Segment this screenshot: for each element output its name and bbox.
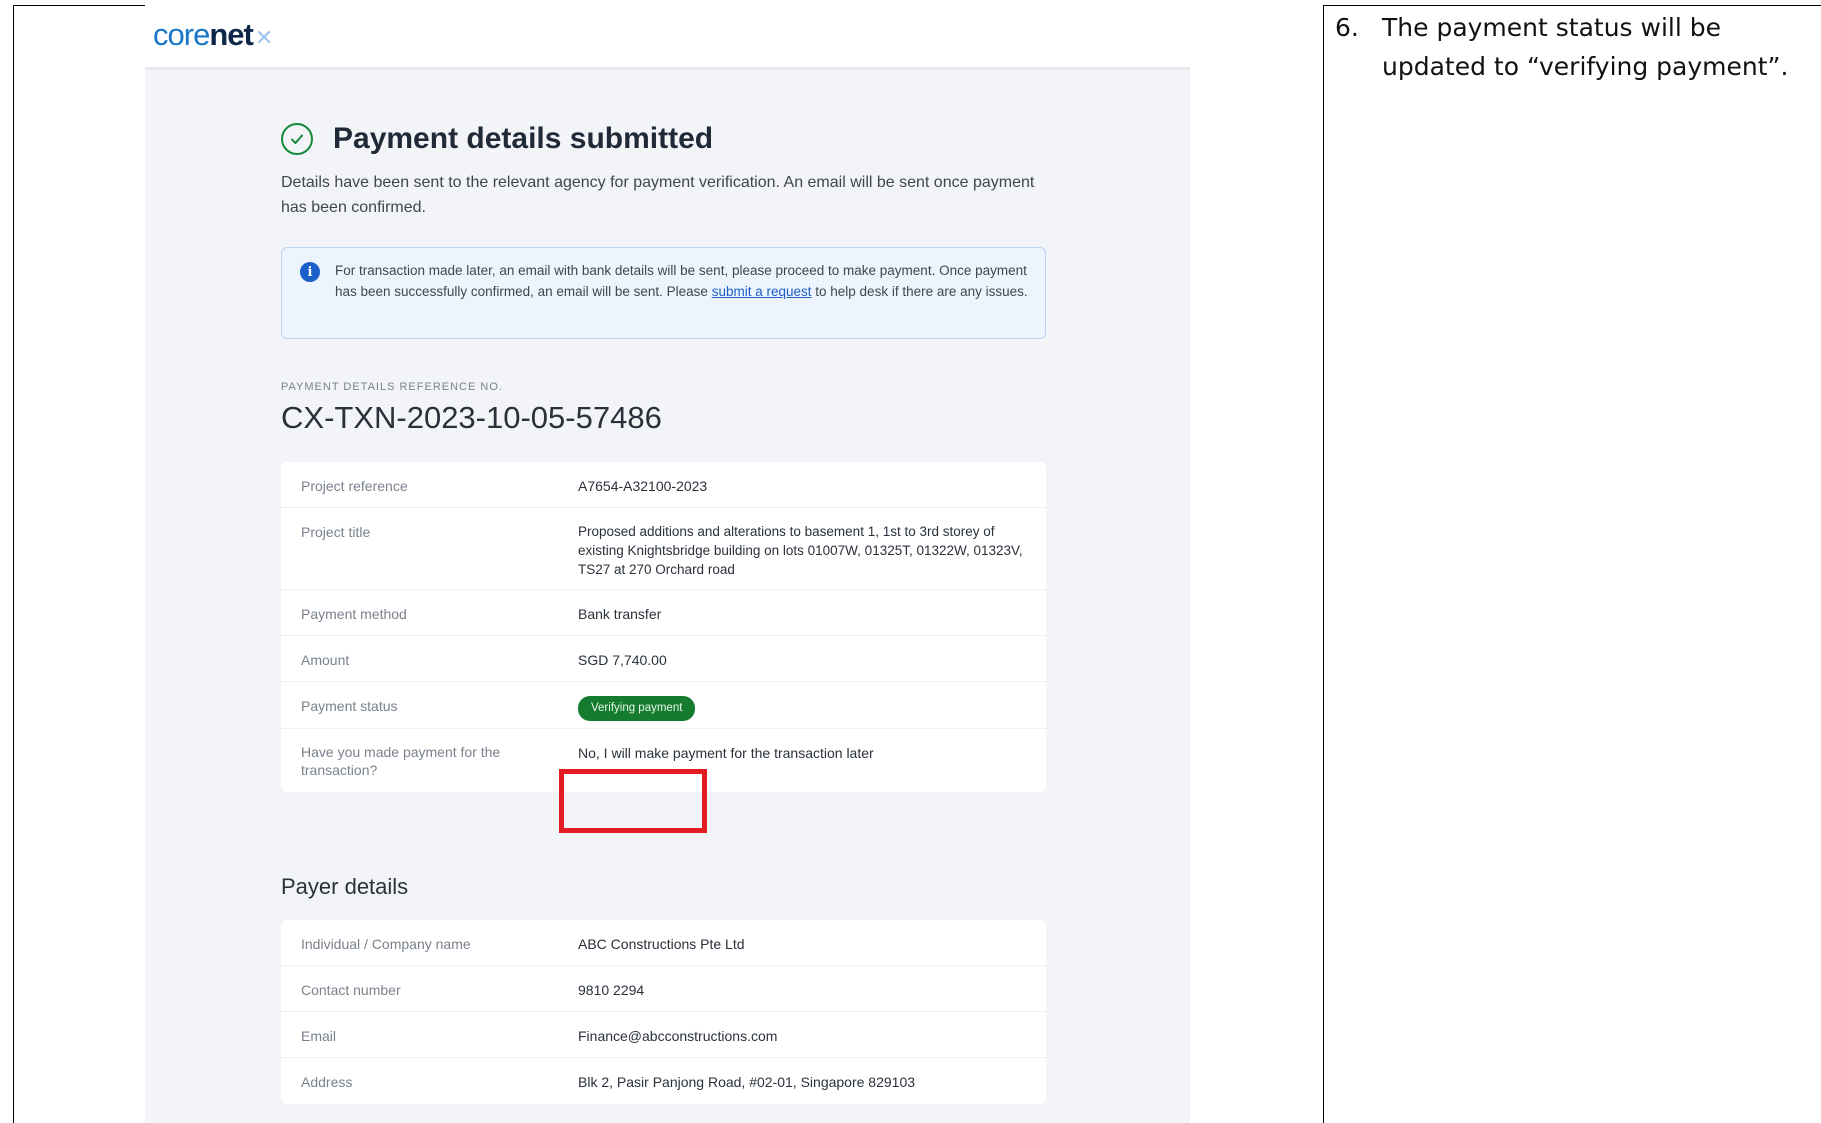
table-border-left [13, 5, 14, 1123]
title-row: Payment details submitted [281, 122, 713, 156]
detail-label: Contact number [301, 982, 401, 998]
detail-row-payer-name: Individual / Company name ABC Constructi… [281, 920, 1046, 966]
table-border-middle [1323, 5, 1324, 1123]
detail-row-payment-method: Payment method Bank transfer [281, 590, 1046, 636]
detail-label: Address [301, 1074, 353, 1090]
detail-label: Payment status [301, 698, 398, 714]
detail-row-payment-made: Have you made payment for the transactio… [281, 729, 1046, 792]
corenet-logo[interactable]: corenet✕ [153, 17, 273, 53]
detail-row-project-reference: Project reference A7654-A32100-2023 [281, 462, 1046, 508]
info-banner: i For transaction made later, an email w… [281, 247, 1046, 339]
detail-value: No, I will make payment for the transact… [578, 745, 874, 761]
detail-label: Payment method [301, 606, 407, 622]
detail-value: Bank transfer [578, 606, 662, 622]
payer-section-title: Payer details [281, 874, 409, 899]
step-note: 6. The payment status will be updated to… [1335, 8, 1805, 86]
info-text-after: to help desk if there are any issues. [811, 284, 1028, 299]
logo-text-net: net [209, 17, 253, 52]
detail-row-amount: Amount SGD 7,740.00 [281, 636, 1046, 682]
confirmation-description: Details have been sent to the relevant a… [281, 174, 1035, 216]
project-details-card: Project reference A7654-A32100-2023 Proj… [281, 462, 1046, 792]
reference-label: PAYMENT DETAILS REFERENCE NO. [281, 381, 503, 393]
check-circle-icon [281, 123, 313, 155]
detail-label: Have you made payment for the transactio… [301, 744, 501, 778]
detail-value: Proposed additions and alterations to ba… [578, 524, 1023, 577]
detail-row-address: Address Blk 2, Pasir Panjong Road, #02-0… [281, 1058, 1046, 1104]
detail-value: ABC Constructions Pte Ltd [578, 936, 745, 952]
status-badge: Verifying payment [578, 696, 696, 721]
info-icon: i [300, 262, 320, 282]
detail-value: Finance@abcconstructions.com [578, 1028, 778, 1044]
detail-label: Individual / Company name [301, 936, 471, 952]
step-text: The payment status will be updated to “v… [1382, 13, 1789, 81]
detail-row-payment-status: Payment status Verifying payment [281, 682, 1046, 729]
app-header: corenet✕ [145, 5, 1190, 67]
page-title: Payment details submitted [333, 122, 714, 155]
screenshot-panel: corenet✕ Payment details submitted Detai… [145, 5, 1190, 1123]
logo-mark-icon: ✕ [254, 25, 273, 50]
logo-text-core: core [153, 17, 210, 52]
page-body: Payment details submitted Details have b… [145, 67, 1190, 1123]
detail-value: 9810 2294 [578, 982, 645, 998]
table-border-top-right [1323, 5, 1821, 6]
detail-label: Project title [301, 524, 371, 540]
detail-value: Verifying payment [578, 696, 1026, 721]
info-banner-text: For transaction made later, an email wit… [335, 260, 1035, 302]
detail-label: Email [301, 1028, 337, 1044]
reference-number: CX-TXN-2023-10-05-57486 [281, 400, 662, 435]
payer-details-card: Individual / Company name ABC Constructi… [281, 920, 1046, 1104]
detail-value: A7654-A32100-2023 [578, 478, 708, 494]
detail-label: Amount [301, 652, 350, 668]
detail-value: Blk 2, Pasir Panjong Road, #02-01, Singa… [578, 1074, 916, 1090]
detail-label: Project reference [301, 478, 408, 494]
detail-row-email: Email Finance@abcconstructions.com [281, 1012, 1046, 1058]
detail-value: SGD 7,740.00 [578, 652, 667, 668]
step-number: 6. [1335, 13, 1359, 42]
detail-row-project-title: Project title Proposed additions and alt… [281, 508, 1046, 590]
detail-row-contact-number: Contact number 9810 2294 [281, 966, 1046, 1012]
submit-request-link[interactable]: submit a request [712, 284, 812, 299]
